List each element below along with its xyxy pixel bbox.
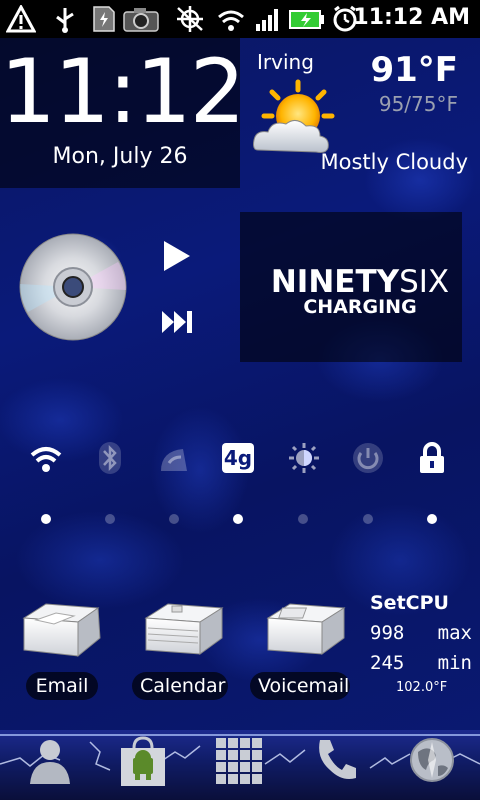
battery-widget[interactable]: NINETYSIX CHARGING bbox=[240, 212, 462, 362]
sd-card-icon bbox=[93, 6, 115, 32]
wifi-toggle[interactable] bbox=[28, 440, 64, 476]
market-icon[interactable] bbox=[118, 736, 168, 788]
gps-off-icon bbox=[177, 6, 203, 32]
4g-indicator bbox=[233, 514, 243, 524]
battery-status: CHARGING bbox=[303, 296, 417, 318]
phone-icon[interactable] bbox=[312, 736, 360, 784]
gps-indicator bbox=[169, 514, 179, 524]
setcpu-min-label: min bbox=[437, 652, 472, 674]
calendar-icon[interactable] bbox=[138, 598, 230, 662]
weather-city[interactable]: Irving bbox=[257, 50, 314, 74]
status-bar: 11:12 AM bbox=[0, 0, 480, 38]
brightness-indicator bbox=[298, 514, 308, 524]
usb-icon bbox=[56, 8, 74, 33]
4g-icon: 4g bbox=[222, 443, 254, 473]
brightness-icon bbox=[289, 443, 319, 473]
setcpu-max-label: max bbox=[437, 622, 472, 644]
power-sync-icon bbox=[353, 443, 383, 473]
battery-brand: NINETYSIX bbox=[240, 264, 480, 300]
weather-high-low: 95/75°F bbox=[378, 92, 458, 116]
4g-toggle[interactable]: 4g bbox=[220, 440, 256, 476]
brightness-toggle[interactable] bbox=[286, 440, 322, 476]
app-drawer-icon[interactable] bbox=[214, 736, 264, 786]
signal-icon bbox=[256, 9, 278, 31]
email-icon[interactable] bbox=[16, 598, 108, 662]
battery-charging-icon bbox=[289, 10, 324, 29]
app-label-calendar[interactable]: Calendar bbox=[132, 672, 228, 700]
contacts-icon[interactable] bbox=[24, 736, 72, 788]
camera-icon bbox=[123, 8, 159, 32]
lock-indicator bbox=[427, 514, 437, 524]
cd-album-art-icon[interactable] bbox=[18, 232, 128, 342]
warning-icon bbox=[6, 5, 36, 33]
lock-toggle[interactable] bbox=[414, 440, 450, 476]
weather-condition: Mostly Cloudy bbox=[320, 150, 469, 174]
clock-widget[interactable]: 11:12 Mon, July 26 bbox=[0, 38, 246, 188]
setcpu-temperature: 102.0°F bbox=[396, 680, 448, 695]
clock-time: 11:12 bbox=[0, 40, 246, 143]
status-bar-time: 11:12 AM bbox=[353, 5, 470, 30]
clock-date: Mon, July 26 bbox=[52, 144, 188, 169]
app-label-email[interactable]: Email bbox=[26, 672, 98, 700]
wifi-icon bbox=[218, 10, 244, 31]
lock-icon bbox=[420, 442, 444, 473]
wifi-indicator bbox=[41, 514, 51, 524]
bluetooth-toggle[interactable] bbox=[92, 440, 128, 476]
battery-brand-light: SIX bbox=[399, 264, 450, 300]
setcpu-min-value: 245 bbox=[370, 652, 405, 674]
browser-icon[interactable] bbox=[408, 736, 456, 784]
bluetooth-indicator bbox=[105, 514, 115, 524]
4g-label: 4g bbox=[223, 446, 253, 470]
wifi-toggle-icon bbox=[30, 447, 62, 472]
partly-cloudy-icon[interactable] bbox=[250, 78, 340, 158]
voicemail-icon[interactable] bbox=[260, 598, 352, 662]
play-button[interactable] bbox=[160, 238, 192, 274]
gps-satellite-icon bbox=[161, 449, 187, 471]
weather-temperature: 91°F bbox=[370, 50, 458, 90]
sync-indicator bbox=[363, 514, 373, 524]
setcpu-max-value: 998 bbox=[370, 622, 405, 644]
bluetooth-icon bbox=[99, 442, 121, 474]
battery-brand-bold: NINETY bbox=[270, 264, 400, 300]
next-track-button[interactable] bbox=[160, 308, 196, 336]
setcpu-title[interactable]: SetCPU bbox=[370, 592, 449, 614]
sync-toggle[interactable] bbox=[350, 440, 386, 476]
app-label-voicemail[interactable]: Voicemail bbox=[250, 672, 350, 700]
gps-toggle[interactable] bbox=[156, 440, 192, 476]
